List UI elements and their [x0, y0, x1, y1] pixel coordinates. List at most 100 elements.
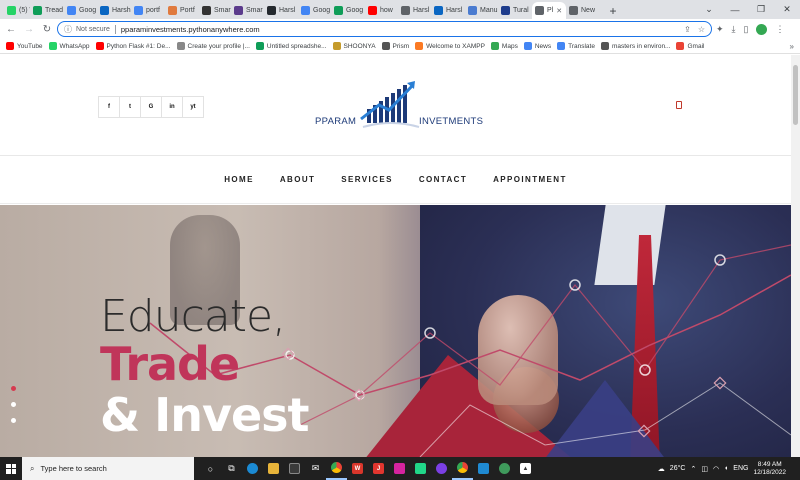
page-scrollbar[interactable] [791, 55, 800, 457]
bookmark-item[interactable]: News [523, 42, 551, 50]
chrome-icon-2[interactable] [452, 457, 473, 480]
photos-icon[interactable]: ▲ [515, 457, 536, 480]
maximize-button[interactable]: ❐ [748, 0, 774, 19]
weather-icon[interactable]: ☁ [658, 465, 665, 473]
taskbar-search[interactable]: ⌕ Type here to search [22, 457, 194, 480]
vscode-icon[interactable] [473, 457, 494, 480]
browser-tab[interactable]: Tural [498, 2, 532, 19]
browser-tab[interactable]: Smar [199, 2, 231, 19]
browser-tab[interactable]: Portf [165, 2, 199, 19]
app-icon-green[interactable] [494, 457, 515, 480]
linkedin-icon[interactable]: in [161, 96, 183, 118]
browser-tab[interactable]: Harsl [431, 2, 465, 19]
nav-link-about[interactable]: ABOUT [280, 175, 315, 184]
browser-tab[interactable]: Tread [30, 2, 64, 19]
network-icon[interactable]: ◫ [701, 465, 708, 473]
site-logo[interactable]: PPARAM INVETMENTS [315, 79, 485, 135]
browser-tab[interactable]: Goog [331, 2, 365, 19]
tab-search-icon[interactable]: ⌄ [696, 0, 722, 19]
url-text[interactable]: pparaminvestments.pythonanywhere.com [121, 25, 260, 34]
language-indicator[interactable]: ENG [733, 465, 748, 472]
slider-dot[interactable] [11, 402, 16, 407]
menu-toggle-icon[interactable] [676, 101, 682, 109]
browser-tab[interactable]: how [365, 2, 398, 19]
app-icon-purple[interactable] [431, 457, 452, 480]
menu-icon[interactable]: ⋮ [775, 24, 784, 35]
browser-tab[interactable]: portf [131, 2, 165, 19]
mail-icon[interactable]: ✉ [305, 457, 326, 480]
minimize-button[interactable]: — [722, 0, 748, 19]
bookmark-star-icon[interactable]: ☆ [698, 25, 705, 34]
scrollbar-thumb[interactable] [793, 65, 798, 125]
bookmark-item[interactable]: Gmail [676, 42, 704, 50]
side-panel-icon[interactable]: ▯ [744, 24, 749, 35]
facebook-icon[interactable]: f [98, 96, 120, 118]
clock[interactable]: 8:49 AM 12/18/2022 [753, 461, 786, 477]
browser-tab[interactable]: Pl ✕ [532, 2, 566, 19]
share-icon[interactable]: ⇪ [684, 25, 691, 34]
bookmark-item[interactable]: Welcome to XAMPP [415, 42, 485, 50]
twitter-icon[interactable]: t [119, 96, 141, 118]
bookmark-item[interactable]: Python Flask #1: De... [95, 42, 171, 50]
tab-label: Harsh [112, 7, 131, 14]
edge-icon[interactable] [242, 457, 263, 480]
address-bar[interactable]: ⓘ Not secure pparaminvestments.pythonany… [57, 21, 712, 37]
browser-tab[interactable]: Goog [64, 2, 97, 19]
tab-label: Goog [346, 7, 364, 14]
extensions-icon[interactable]: ✦ [716, 24, 724, 35]
browser-tab[interactable]: Goog [298, 2, 331, 19]
start-button[interactable] [0, 457, 22, 480]
bookmark-item[interactable]: masters in environ... [600, 42, 671, 50]
bookmark-item[interactable]: Create your profile |... [176, 42, 250, 50]
browser-tab[interactable]: Harsh [97, 2, 131, 19]
instagram-icon[interactable] [389, 457, 410, 480]
browser-tab[interactable]: Smar [231, 2, 264, 19]
browser-tab[interactable]: (5) W [4, 2, 30, 19]
google-icon[interactable]: G [140, 96, 162, 118]
bookmark-item[interactable]: Translate [557, 42, 595, 50]
task-view-icon[interactable]: ⧉ [221, 457, 242, 480]
bookmark-item[interactable]: WhatsApp [48, 42, 90, 50]
nav-link-appointment[interactable]: APPOINTMENT [493, 175, 567, 184]
browser-tab[interactable]: Harsl [398, 2, 431, 19]
forward-button[interactable]: → [22, 22, 36, 36]
back-button[interactable]: ← [4, 22, 18, 36]
nav-link-services[interactable]: SERVICES [341, 175, 393, 184]
weather-temp[interactable]: 26°C [670, 465, 686, 472]
chrome-icon[interactable] [326, 457, 347, 480]
close-window-button[interactable]: ✕ [774, 0, 800, 19]
slider-dot[interactable] [11, 418, 16, 423]
store-icon[interactable] [284, 457, 305, 480]
bookmark-label: masters in environ... [611, 42, 671, 50]
nav-link-home[interactable]: HOME [224, 175, 254, 184]
site-icon [468, 6, 477, 15]
wps-icon[interactable]: W [347, 457, 368, 480]
download-icon[interactable]: ⤓ [732, 24, 736, 35]
volume-icon[interactable]: ◖ [724, 465, 728, 472]
bookmark-item[interactable]: Prism [381, 42, 409, 50]
bookmark-label: Untitled spreadshe... [266, 42, 327, 50]
info-icon[interactable]: ⓘ [64, 24, 72, 35]
cortana-icon[interactable]: ○ [200, 457, 221, 480]
intellij-icon[interactable]: J [368, 457, 389, 480]
slider-dot[interactable] [11, 386, 16, 391]
bookmarks-overflow-icon[interactable]: » [790, 42, 794, 51]
pycharm-icon[interactable] [410, 457, 431, 480]
bookmark-item[interactable]: SHOONYA [332, 42, 376, 50]
close-tab-icon[interactable]: ✕ [556, 7, 562, 15]
youtube-icon[interactable]: yt [182, 96, 204, 118]
browser-tab[interactable]: Manu [465, 2, 498, 19]
new-tab-button[interactable]: + [605, 2, 621, 19]
bookmark-item[interactable]: YouTube [6, 42, 43, 50]
bookmark-item[interactable]: Untitled spreadshe... [255, 42, 327, 50]
nav-link-contact[interactable]: CONTACT [419, 175, 467, 184]
file-explorer-icon[interactable] [263, 457, 284, 480]
profile-avatar[interactable] [756, 23, 768, 35]
reload-button[interactable]: ↻ [40, 22, 54, 36]
tray-chevron-icon[interactable]: ⌃ [690, 465, 696, 473]
browser-tab[interactable]: Harsl [264, 2, 298, 19]
browser-tab[interactable]: New [566, 2, 599, 19]
slider-dots [11, 386, 16, 434]
bookmark-item[interactable]: Maps [490, 42, 518, 50]
wifi-icon[interactable]: ◠ [713, 465, 719, 473]
